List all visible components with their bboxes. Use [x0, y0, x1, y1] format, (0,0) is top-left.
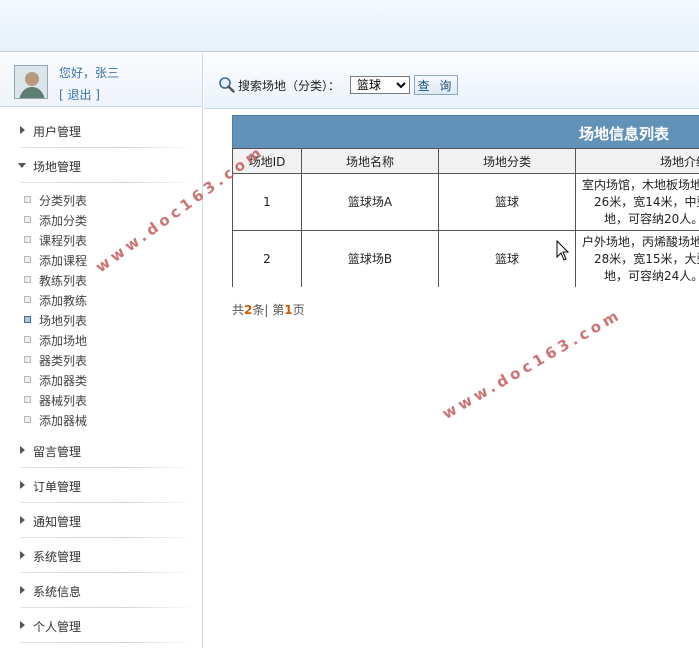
chevron-right-icon	[20, 551, 25, 559]
user-greeting: 您好，张三	[59, 66, 120, 80]
cell-intro: 户外场地，丙烯酸场地 28米，宽15米，大型 地，可容纳24人。	[575, 230, 699, 287]
menu-item[interactable]: 系统管理	[0, 539, 203, 573]
intro-line: 26米，宽14米，中型	[594, 194, 699, 209]
submenu-label: 添加教练	[39, 294, 88, 308]
table-row: 1 篮球场A 篮球 室内场馆，木地板场地 26米，宽14米，中型 地，可容纳20…	[232, 173, 699, 231]
submenu-label: 器械列表	[39, 394, 88, 408]
sidebar: 您好，张三 [ 退出 ] 用户管理 场地管理 分类列表添加分类课程列表添加课程教…	[0, 53, 203, 648]
logout-link[interactable]: [ 退出 ]	[59, 86, 100, 103]
cell-id: 1	[232, 173, 302, 231]
bullet-icon	[24, 276, 31, 283]
intro-line: 地，可容纳24人。	[604, 268, 699, 283]
menu-item[interactable]: 系统信息	[0, 574, 203, 608]
submenu-label: 添加分类	[39, 214, 88, 228]
search-bar: 搜索场地（分类）： 篮球 查 询	[204, 53, 699, 109]
cell-intro: 室内场馆，木地板场地 26米，宽14米，中型 地，可容纳20人。	[575, 173, 699, 231]
menu-label: 用户管理	[33, 125, 82, 139]
top-banner	[0, 0, 699, 52]
cell-category: 篮球	[438, 173, 576, 231]
menu-label: 场地管理	[33, 160, 82, 174]
table-row: 2 篮球场B 篮球 户外场地，丙烯酸场地 28米，宽15米，大型 地，可容纳24…	[232, 230, 699, 287]
submenu-label: 教练列表	[39, 274, 88, 288]
table-title: 场地信息列表	[579, 125, 670, 143]
watermark: www.doc163.com	[439, 305, 625, 423]
search-icon	[218, 76, 235, 96]
mouse-cursor-icon	[556, 239, 570, 265]
avatar	[14, 65, 48, 99]
bullet-icon	[24, 216, 31, 223]
bullet-icon	[24, 416, 31, 423]
chevron-right-icon	[20, 481, 25, 489]
cell-name: 篮球场B	[301, 230, 439, 287]
intro-line: 地，可容纳20人。	[604, 211, 699, 226]
intro-line: 户外场地，丙烯酸场地	[582, 234, 699, 249]
chevron-right-icon	[20, 446, 25, 454]
cell-category: 篮球	[438, 230, 576, 287]
submenu-label: 添加器械	[39, 414, 88, 428]
bullet-icon	[24, 256, 31, 263]
menu-label: 订单管理	[33, 480, 82, 494]
submenu-label: 分类列表	[39, 194, 88, 208]
intro-line: 室内场馆，木地板场地	[582, 177, 699, 192]
query-button[interactable]: 查 询	[414, 75, 458, 95]
cell-name: 篮球场A	[301, 173, 439, 231]
chevron-right-icon	[20, 516, 25, 524]
chevron-down-icon	[18, 163, 26, 168]
cell-id: 2	[232, 230, 302, 287]
intro-line: 28米，宽15米，大型	[594, 251, 699, 266]
submenu-label: 添加课程	[39, 254, 88, 268]
menu-label: 系统信息	[33, 585, 82, 599]
user-panel: 您好，张三 [ 退出 ]	[0, 53, 202, 107]
search-label: 搜索场地（分类）：	[238, 79, 341, 93]
chevron-right-icon	[20, 126, 25, 134]
bullet-icon	[24, 396, 31, 403]
submenu-label: 添加器类	[39, 374, 88, 388]
menu-label: 通知管理	[33, 515, 82, 529]
menu-label: 个人管理	[33, 620, 82, 634]
menu-label: 系统管理	[33, 550, 82, 564]
venue-table: 场地ID 场地名称 场地分类 场地介绍 1 篮球场A 篮球 室内场馆，木地板场地…	[232, 148, 699, 287]
bullet-icon	[24, 356, 31, 363]
menu-item[interactable]: 订单管理	[0, 469, 203, 503]
current-page: 1	[284, 303, 293, 317]
bullet-icon	[24, 236, 31, 243]
submenu-label: 场地列表	[39, 314, 88, 328]
chevron-right-icon	[20, 621, 25, 629]
menu-item[interactable]: 个人管理	[0, 609, 203, 643]
menu-label: 留言管理	[33, 445, 82, 459]
bullet-icon	[24, 196, 31, 203]
submenu-label: 器类列表	[39, 354, 88, 368]
submenu-label: 课程列表	[39, 234, 88, 248]
bullet-icon	[24, 296, 31, 303]
bullet-icon	[24, 376, 31, 383]
venue-table-panel: 场地信息列表 场地ID 场地名称 场地分类 场地介绍 1 篮球场A 篮球 室内场…	[232, 115, 699, 287]
table-header-row: 场地ID 场地名称 场地分类 场地介绍	[232, 148, 699, 174]
column-header: 场地名称	[301, 148, 439, 174]
column-header: 场地介绍	[575, 148, 699, 174]
chevron-right-icon	[20, 586, 25, 594]
submenu-label: 添加场地	[39, 334, 88, 348]
pagination: 共2条| 第1页	[232, 303, 305, 317]
column-header: 场地分类	[438, 148, 576, 174]
table-title-bar: 场地信息列表	[232, 115, 699, 149]
menu-item[interactable]: 通知管理	[0, 504, 203, 538]
bullet-icon	[24, 316, 31, 323]
menu-venue-management[interactable]: 场地管理	[0, 149, 203, 183]
menu-user-management[interactable]: 用户管理	[0, 114, 203, 148]
bullet-icon	[24, 336, 31, 343]
category-select[interactable]: 篮球	[350, 76, 410, 94]
menu-item[interactable]: 留言管理	[0, 434, 203, 468]
